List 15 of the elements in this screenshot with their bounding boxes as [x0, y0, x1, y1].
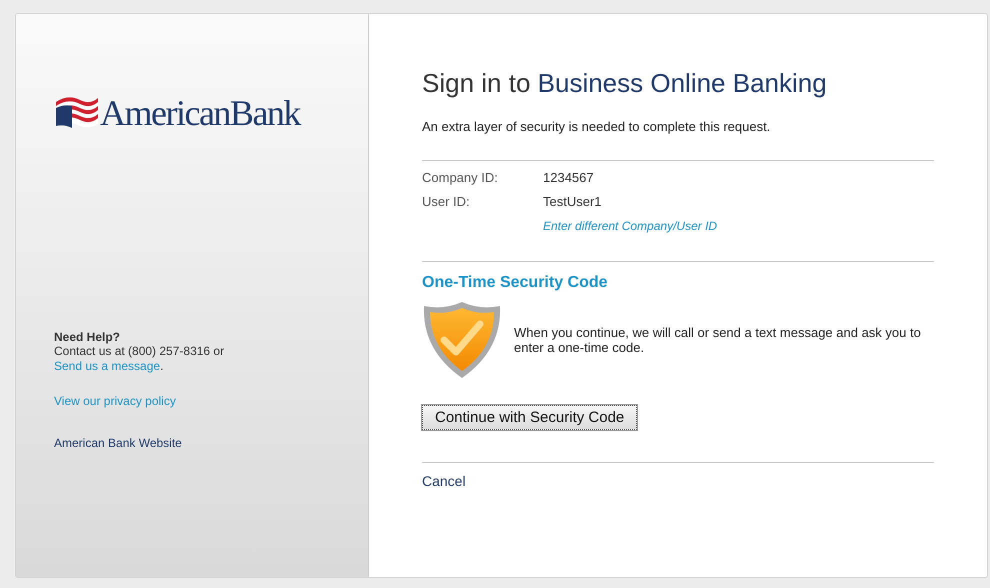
- section-heading: One-Time Security Code: [422, 274, 609, 292]
- continue-button[interactable]: Continue with Security Code: [422, 405, 638, 430]
- brand-name: AmericanBank: [100, 96, 300, 130]
- field-value: TestUser1: [543, 194, 602, 209]
- website-link[interactable]: American Bank Website: [54, 436, 182, 450]
- field-label: Company ID:: [422, 170, 499, 185]
- cancel-link[interactable]: Cancel: [422, 473, 466, 489]
- field-label: User ID:: [422, 194, 471, 209]
- help-text: Contact us at (800) 257-8316 or Send us a message.: [54, 344, 226, 374]
- security-description: When you continue, we will call or send a text message and ask you to enter a one-time code.: [514, 325, 922, 355]
- shield-check-icon: [422, 300, 502, 380]
- help-heading: Need Help?: [54, 330, 122, 344]
- field-value: 1234567: [543, 170, 594, 185]
- page-title: Sign in to Business Online Banking: [422, 68, 828, 99]
- intro-text: An extra layer of security is needed to complete this request.: [422, 119, 772, 134]
